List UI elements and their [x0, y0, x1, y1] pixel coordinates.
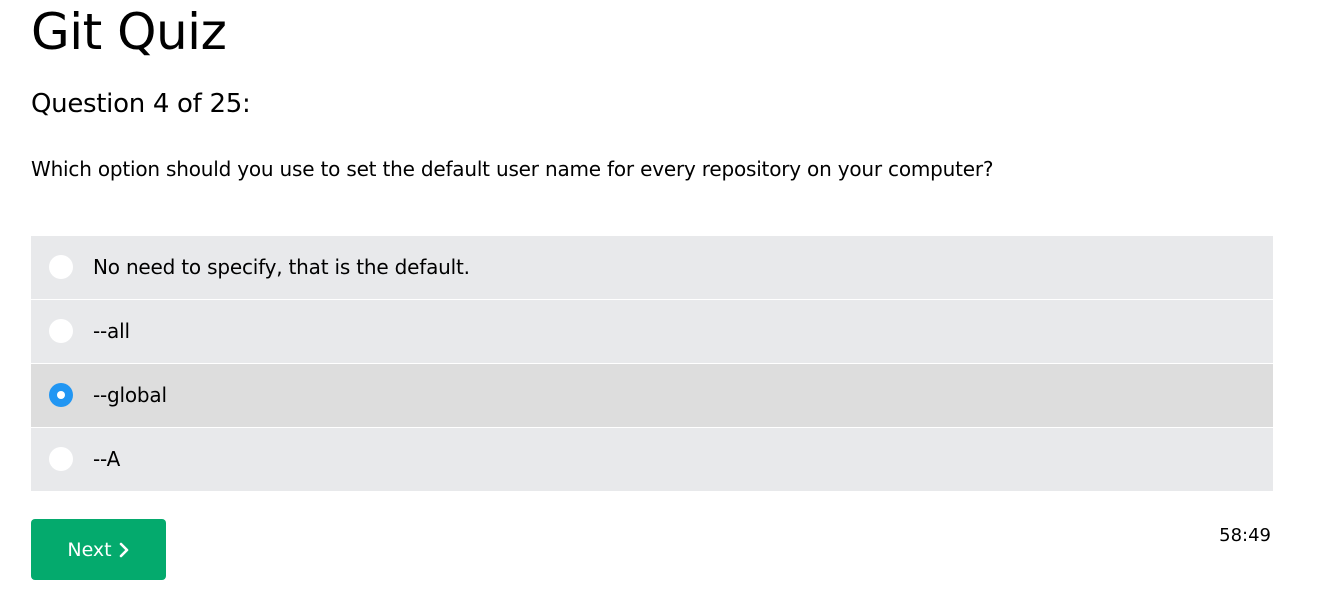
- answer-option-label: --all: [93, 319, 130, 343]
- chevron-right-icon: [119, 542, 128, 557]
- question-progress: Question 4 of 25:: [31, 89, 251, 119]
- question-text: Which option should you use to set the d…: [31, 157, 994, 181]
- next-button-label: Next: [67, 538, 112, 561]
- quiz-page: Git Quiz Question 4 of 25: Which option …: [0, 0, 1317, 593]
- answer-option-label: --global: [93, 383, 167, 407]
- radio-button[interactable]: [49, 447, 73, 471]
- countdown-timer: 58:49: [1219, 525, 1271, 546]
- answer-option-3[interactable]: --global: [31, 364, 1273, 428]
- answer-option-label: No need to specify, that is the default.: [93, 255, 470, 279]
- answer-option-4[interactable]: --A: [31, 428, 1273, 491]
- answer-option-2[interactable]: --all: [31, 300, 1273, 364]
- answer-options: No need to specify, that is the default.…: [31, 236, 1273, 491]
- radio-button[interactable]: [49, 319, 73, 343]
- radio-button[interactable]: [49, 255, 73, 279]
- radio-button[interactable]: [49, 383, 73, 407]
- answer-option-1[interactable]: No need to specify, that is the default.: [31, 236, 1273, 300]
- next-button[interactable]: Next: [31, 519, 166, 580]
- answer-option-label: --A: [93, 447, 121, 471]
- page-title: Git Quiz: [31, 3, 227, 61]
